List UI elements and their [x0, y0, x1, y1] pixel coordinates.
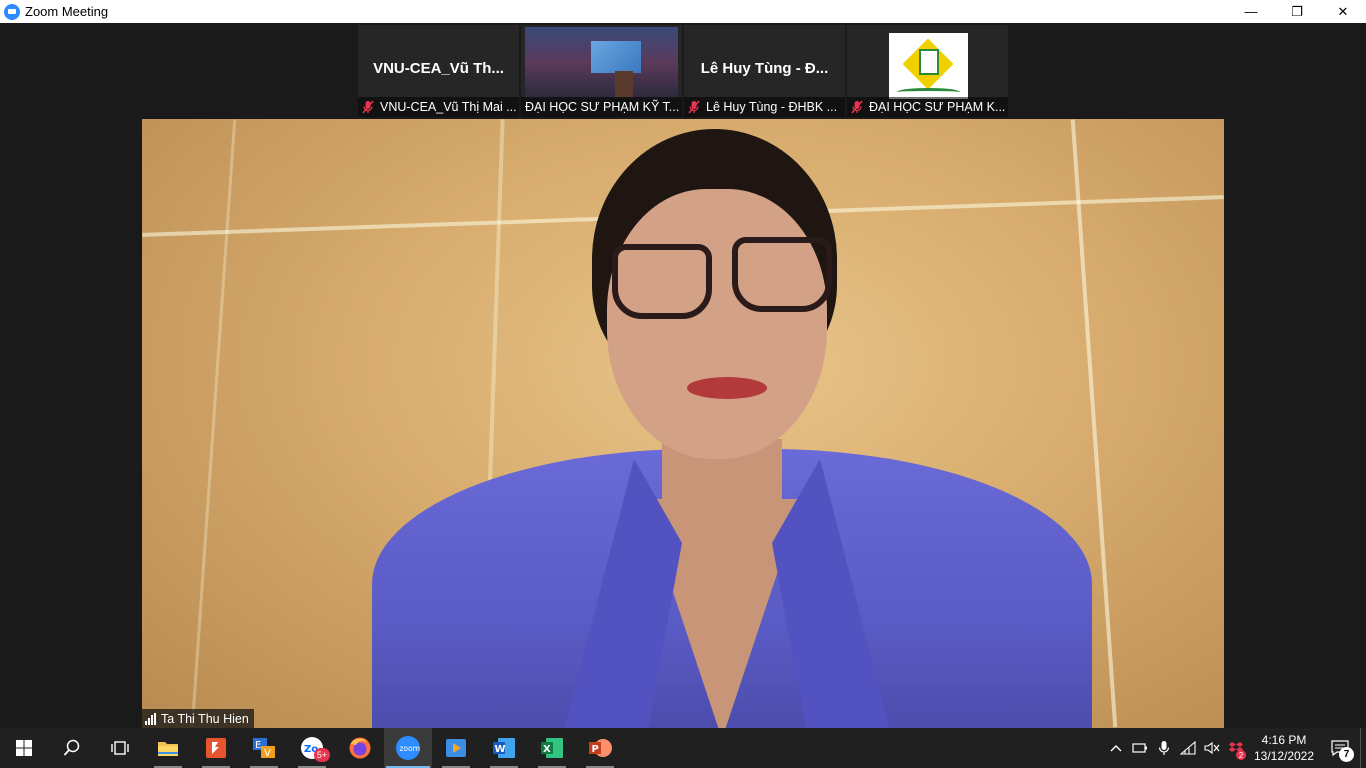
notification-badge: 5+ — [314, 748, 330, 762]
participant-label: Lê Huy Tùng - ĐHBK ... — [684, 97, 845, 117]
foxit-reader-app[interactable] — [192, 728, 240, 768]
window-controls: — ❐ ✕ — [1228, 0, 1366, 23]
participant-tile-4[interactable]: ĐẠI HỌC SƯ PHẠM K... — [847, 25, 1008, 117]
university-logo — [889, 33, 968, 99]
clock-date: 13/12/2022 — [1253, 749, 1315, 763]
mic-muted-icon — [688, 100, 700, 114]
pdf-icon — [206, 738, 226, 758]
participant-name: ĐẠI HỌC SƯ PHẠM K... — [869, 100, 1006, 114]
search-button[interactable] — [48, 728, 96, 768]
powerpoint-app[interactable]: P — [576, 728, 624, 768]
projector-screen — [591, 41, 641, 73]
microphone-button[interactable] — [1152, 728, 1176, 768]
battery-button[interactable] — [1128, 728, 1152, 768]
window-title: Zoom Meeting — [25, 4, 109, 19]
chevron-up-icon — [1110, 745, 1122, 752]
logo-arc — [897, 88, 960, 96]
mic-muted-icon — [851, 100, 863, 114]
search-icon — [63, 739, 80, 756]
volume-muted-icon — [1204, 741, 1220, 755]
firefox-app[interactable] — [336, 728, 384, 768]
task-view-button[interactable] — [96, 728, 144, 768]
firefox-icon — [349, 737, 371, 759]
meeting-area: VNU-CEA_Vũ Th... VNU-CEA_Vũ Thị Mai ... … — [0, 23, 1366, 728]
svg-text:E: E — [255, 740, 261, 751]
speaker-name: Ta Thi Thu Hien — [161, 711, 249, 726]
file-explorer-app[interactable] — [144, 728, 192, 768]
mic-muted-icon — [362, 100, 374, 114]
task-view-icon — [111, 741, 129, 755]
svg-text:X: X — [543, 744, 551, 755]
zalo-app[interactable]: Zo 5+ — [288, 728, 336, 768]
excel-app[interactable]: X — [528, 728, 576, 768]
word-icon: W — [493, 738, 515, 758]
active-speaker-video[interactable] — [142, 119, 1224, 728]
tray-badge: 2 — [1236, 750, 1246, 760]
minimize-button[interactable]: — — [1228, 0, 1274, 23]
participant-name: Lê Huy Tùng - ĐHBK ... — [706, 100, 838, 114]
zoom-app[interactable]: zoom — [384, 728, 432, 768]
battery-icon — [1132, 743, 1147, 753]
unikey-app[interactable]: EV — [240, 728, 288, 768]
show-desktop-button[interactable] — [1360, 728, 1366, 768]
volume-button[interactable] — [1200, 728, 1224, 768]
title-bar: Zoom Meeting — ❐ ✕ — [0, 0, 1366, 23]
media-icon — [446, 739, 466, 757]
participant-tile-3[interactable]: Lê Huy Tùng - Đ... Lê Huy Tùng - ĐHBK ..… — [684, 25, 845, 117]
start-button[interactable] — [0, 728, 48, 768]
logo-emblem — [919, 49, 939, 75]
participant-label: ĐẠI HỌC SƯ PHẠM K... — [847, 97, 1008, 117]
svg-text:P: P — [592, 744, 599, 755]
clock-time: 4:16 PM — [1261, 733, 1307, 747]
participant-display-name: Lê Huy Tùng - Đ... — [700, 60, 829, 77]
zoom-app-icon — [4, 3, 20, 20]
keyboard-icon: EV — [253, 738, 275, 759]
svg-text:zoom: zoom — [400, 744, 420, 753]
speaker-lips — [687, 377, 767, 399]
show-hidden-icons-button[interactable] — [1104, 728, 1128, 768]
network-button[interactable] — [1176, 728, 1200, 768]
microphone-icon — [1158, 741, 1170, 755]
wifi-icon — [1180, 741, 1196, 755]
zoom-icon: zoom — [396, 736, 420, 760]
excel-icon: X — [541, 738, 563, 758]
notification-count-badge: 7 — [1339, 747, 1354, 762]
close-button[interactable]: ✕ — [1320, 0, 1366, 23]
restore-button[interactable]: ❐ — [1274, 0, 1320, 23]
podium — [615, 71, 633, 97]
participant-tile-2[interactable]: ĐẠI HỌC SƯ PHẠM KỸ T... — [521, 25, 682, 117]
action-center-button[interactable]: 7 — [1320, 728, 1360, 768]
speaker-figure — [142, 119, 1224, 728]
speaker-face — [607, 189, 827, 459]
taskbar: EV Zo 5+ zoom W X P 2 4:16 PM 13/12/2022… — [0, 728, 1366, 768]
speaker-glasses-left — [612, 244, 712, 319]
participant-display-name: VNU-CEA_Vũ Th... — [373, 60, 504, 77]
svg-text:V: V — [264, 748, 271, 759]
participant-label: ĐẠI HỌC SƯ PHẠM KỸ T... — [521, 97, 682, 117]
clock[interactable]: 4:16 PM 13/12/2022 — [1248, 728, 1320, 768]
svg-text:W: W — [495, 744, 506, 755]
system-tray: 2 4:16 PM 13/12/2022 7 — [1104, 728, 1366, 768]
participant-label: VNU-CEA_Vũ Thị Mai ... — [358, 97, 519, 117]
participant-tile-1[interactable]: VNU-CEA_Vũ Th... VNU-CEA_Vũ Thị Mai ... — [358, 25, 519, 117]
speaker-glasses-right — [732, 237, 832, 312]
windows-icon — [16, 740, 32, 756]
speaker-name-tag: Ta Thi Thu Hien — [142, 709, 254, 728]
participant-name: ĐẠI HỌC SƯ PHẠM KỸ T... — [525, 100, 680, 114]
participant-strip: VNU-CEA_Vũ Th... VNU-CEA_Vũ Thị Mai ... … — [358, 25, 1008, 117]
app-tray-button[interactable]: 2 — [1224, 728, 1248, 768]
participant-video — [525, 27, 678, 99]
word-app[interactable]: W — [480, 728, 528, 768]
participant-name: VNU-CEA_Vũ Thị Mai ... — [380, 100, 517, 114]
powerpoint-icon: P — [589, 739, 612, 757]
media-player-app[interactable] — [432, 728, 480, 768]
connection-signal-icon — [145, 712, 156, 725]
folder-icon — [158, 742, 178, 756]
